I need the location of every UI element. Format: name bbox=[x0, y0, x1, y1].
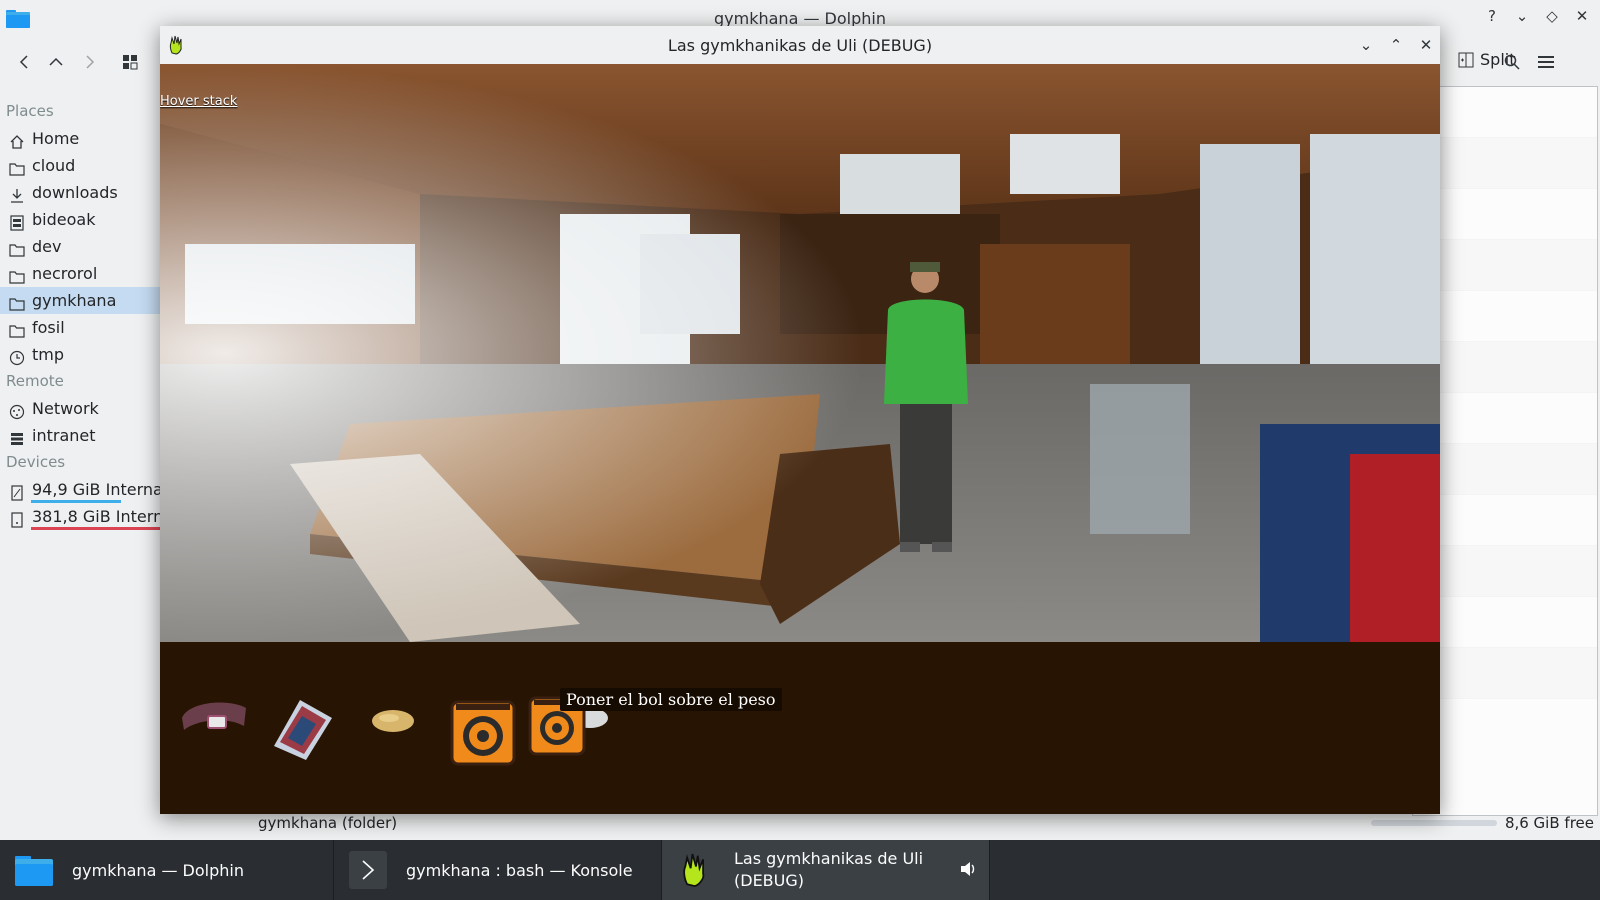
place-label: Home bbox=[32, 129, 80, 148]
magazine-item[interactable] bbox=[270, 696, 336, 762]
network-icon bbox=[9, 401, 25, 420]
search-icon[interactable] bbox=[1500, 50, 1524, 74]
place-bideoak[interactable]: bideoak bbox=[0, 206, 160, 233]
place-label: bideoak bbox=[32, 210, 96, 229]
forward-icon[interactable] bbox=[78, 50, 102, 74]
place-fosil[interactable]: fosil bbox=[0, 314, 160, 341]
remote-network[interactable]: Network bbox=[0, 395, 160, 422]
folder-icon bbox=[9, 293, 25, 311]
remote-header: Remote bbox=[6, 372, 64, 390]
task-label: gymkhana : bash — Konsole bbox=[406, 860, 633, 880]
game-window: Las gymkhanikas de Uli (DEBUG) ⌄ ⌃ ✕ Hov… bbox=[160, 26, 1440, 814]
places-panel: Places Home cloud downloads bideoak dev … bbox=[0, 86, 160, 816]
film-icon bbox=[9, 212, 25, 231]
clock-icon bbox=[9, 347, 25, 366]
remote-label: Network bbox=[32, 399, 99, 418]
help-icon[interactable]: ? bbox=[1484, 7, 1500, 25]
close-icon[interactable]: ✕ bbox=[1418, 36, 1434, 54]
taskbar: gymkhana — Dolphin gymkhana : bash — Kon… bbox=[0, 840, 1600, 900]
close-icon[interactable]: ✕ bbox=[1574, 7, 1590, 25]
scale-item[interactable] bbox=[448, 698, 518, 768]
place-home[interactable]: Home bbox=[0, 125, 160, 152]
task-dolphin[interactable]: gymkhana — Dolphin bbox=[0, 840, 334, 900]
drive-icon bbox=[9, 482, 25, 501]
download-icon bbox=[9, 185, 25, 203]
terminal-icon bbox=[349, 851, 387, 889]
back-icon[interactable] bbox=[12, 50, 36, 74]
hover-stack-link[interactable]: Hover stack bbox=[160, 94, 237, 109]
action-tooltip: Poner el bol sobre el peso bbox=[560, 688, 782, 711]
view-mode-icon[interactable] bbox=[118, 50, 142, 74]
menu-icon[interactable] bbox=[1534, 50, 1558, 74]
device-label: 94,9 GiB Internal bbox=[32, 480, 160, 499]
free-space-bar bbox=[1370, 820, 1497, 826]
remote-label: intranet bbox=[32, 426, 96, 445]
device-label: 381,8 GiB Internal bbox=[32, 507, 160, 526]
server-icon bbox=[9, 428, 25, 445]
free-space-label: 8,6 GiB free bbox=[1504, 814, 1594, 832]
place-downloads[interactable]: downloads bbox=[0, 179, 160, 206]
places-header: Places bbox=[6, 102, 54, 120]
folder-app-icon bbox=[15, 856, 53, 886]
task-konsole[interactable]: gymkhana : bash — Konsole bbox=[334, 840, 662, 900]
place-label: dev bbox=[32, 237, 62, 256]
place-label: downloads bbox=[32, 183, 118, 202]
task-game[interactable]: Las gymkhanikas de Uli (DEBUG) bbox=[662, 840, 990, 900]
place-gymkhana[interactable]: gymkhana bbox=[0, 287, 160, 314]
place-cloud[interactable]: cloud bbox=[0, 152, 160, 179]
place-necrorol[interactable]: necrorol bbox=[0, 260, 160, 287]
speaker-icon[interactable] bbox=[959, 860, 977, 878]
devices-header: Devices bbox=[6, 453, 66, 471]
task-label: Las gymkhanikas de Uli (DEBUG) bbox=[734, 849, 924, 890]
home-icon bbox=[9, 131, 25, 149]
task-label: gymkhana — Dolphin bbox=[72, 860, 244, 880]
kitchen-scene[interactable]: Hover stack bbox=[160, 64, 1440, 642]
hand-app-icon bbox=[683, 853, 705, 887]
folder-icon bbox=[9, 158, 25, 176]
free-space-indicator: 8,6 GiB free bbox=[1370, 814, 1594, 832]
place-dev[interactable]: dev bbox=[0, 233, 160, 260]
belt-item[interactable] bbox=[178, 696, 250, 736]
game-titlebar: Las gymkhanikas de Uli (DEBUG) ⌄ ⌃ ✕ bbox=[160, 26, 1440, 64]
folder-icon bbox=[9, 239, 25, 257]
potato-item[interactable] bbox=[370, 706, 416, 736]
status-folder-label: gymkhana (folder) bbox=[258, 814, 398, 832]
place-tmp[interactable]: tmp bbox=[0, 341, 160, 368]
kitchen-scene-image bbox=[160, 64, 1440, 642]
maximize-icon[interactable]: ⌃ bbox=[1388, 36, 1404, 54]
place-label: fosil bbox=[32, 318, 65, 337]
up-icon[interactable] bbox=[44, 50, 68, 74]
place-label: gymkhana bbox=[32, 291, 117, 310]
remote-intranet[interactable]: intranet bbox=[0, 422, 160, 449]
game-title: Las gymkhanikas de Uli (DEBUG) bbox=[667, 36, 933, 55]
drive-icon bbox=[9, 509, 25, 528]
folder-icon bbox=[9, 320, 25, 338]
folder-icon bbox=[9, 266, 25, 284]
minimize-icon[interactable]: ⌄ bbox=[1358, 36, 1374, 54]
device-usage-bar bbox=[31, 527, 160, 530]
place-label: necrorol bbox=[32, 264, 98, 283]
minimize-icon[interactable]: ⌄ bbox=[1514, 7, 1530, 25]
place-label: cloud bbox=[32, 156, 76, 175]
place-label: tmp bbox=[32, 345, 65, 364]
device-internal-2[interactable]: 381,8 GiB Internal bbox=[0, 503, 160, 530]
maximize-icon[interactable]: ◇ bbox=[1544, 7, 1560, 25]
inventory-bar: Poner el bol sobre el peso bbox=[160, 642, 1440, 814]
split-icon bbox=[1458, 52, 1474, 67]
device-internal-1[interactable]: 94,9 GiB Internal bbox=[0, 476, 160, 503]
